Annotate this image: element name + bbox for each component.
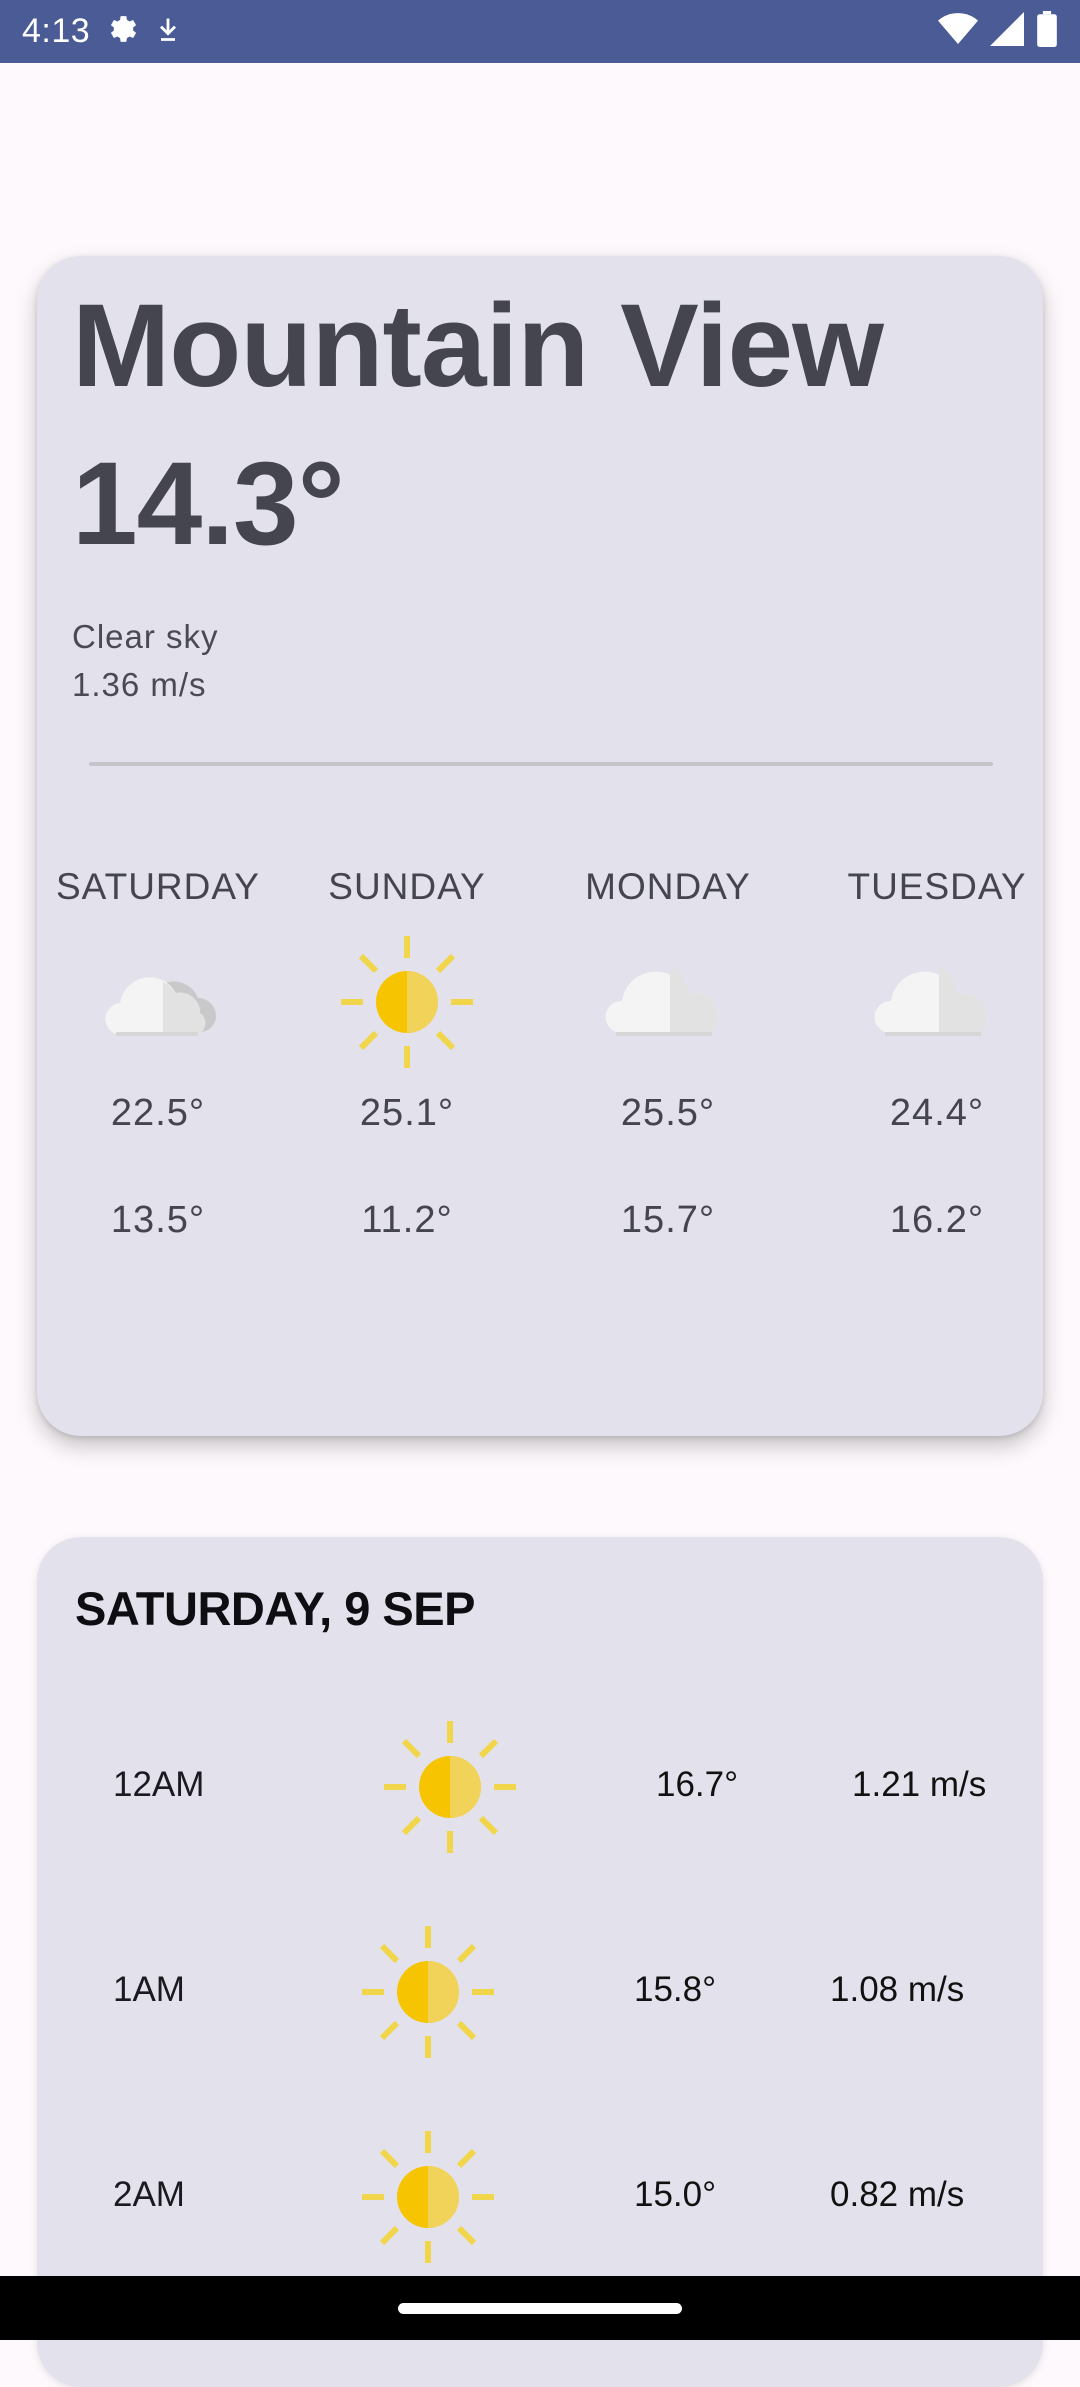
hour-temperature: 15.0° [634, 2175, 717, 2214]
status-bar: 4:13 [0, 0, 1080, 63]
day-name: TUESDAY [847, 866, 1027, 907]
sun-icon [380, 1717, 520, 1857]
city-name: Mountain View [72, 280, 884, 412]
hour-time: 1AM [113, 1970, 185, 2009]
sun-icon [337, 932, 477, 1072]
hour-wind-speed: 1.21 m/s [852, 1765, 987, 1804]
hourly-row[interactable]: 2AM 15.0° 0.82 m/s [37, 2127, 1043, 2267]
home-gesture-handle[interactable] [398, 2303, 682, 2314]
weather-condition: Clear sky [72, 618, 219, 655]
day-name: SUNDAY [328, 866, 486, 907]
day-low-temp: 16.2° [889, 1199, 985, 1241]
navigation-bar [0, 2276, 1080, 2340]
day-name: MONDAY [585, 866, 751, 907]
daily-forecast-item[interactable]: MONDAY 25.5° 15.7° [538, 866, 798, 1242]
hour-time: 2AM [113, 2175, 185, 2214]
wind-speed: 1.36 m/s [72, 666, 207, 703]
partly-cloudy-icon [88, 932, 228, 1072]
day-high-temp: 25.5° [620, 1092, 716, 1134]
status-time: 4:13 [22, 12, 91, 50]
day-high-temp: 22.5° [110, 1092, 206, 1134]
settings-gear-icon [104, 11, 140, 52]
download-icon [154, 13, 182, 50]
hour-wind-speed: 0.82 m/s [830, 2175, 965, 2214]
cloud-icon [598, 932, 738, 1072]
day-name: SATURDAY [56, 866, 260, 907]
cloud-icon [867, 932, 1007, 1072]
daily-forecast-item[interactable]: SUNDAY 25.1° 11.2° [277, 866, 537, 1242]
sun-icon [358, 2127, 498, 2267]
current-temperature: 14.3° [72, 438, 345, 570]
hour-temperature: 15.8° [634, 1970, 717, 2009]
hourly-date-title: SATURDAY, 9 SEP [75, 1582, 475, 1635]
day-high-temp: 24.4° [889, 1092, 985, 1134]
battery-icon [1036, 11, 1058, 52]
wifi-icon [938, 12, 978, 51]
signal-icon [990, 12, 1024, 51]
hourly-row[interactable]: 1AM 15.8° 1.08 m/s [37, 1922, 1043, 2062]
daily-forecast-list[interactable]: SATURDAY 22.5° 13.5° SUNDAY 25.1° 11.2° … [37, 866, 1043, 1406]
day-high-temp: 25.1° [359, 1092, 455, 1134]
day-low-temp: 13.5° [110, 1199, 206, 1241]
sun-icon [358, 1922, 498, 2062]
daily-forecast-item[interactable]: SATURDAY 22.5° 13.5° [37, 866, 288, 1242]
hour-time: 12AM [113, 1765, 205, 1804]
daily-forecast-item[interactable]: TUESDAY 24.4° 16.2° [807, 866, 1043, 1242]
hourly-row[interactable]: 12AM 16.7° 1.21 m/s [37, 1717, 1043, 1857]
current-weather-card: Mountain View 14.3° Clear sky 1.36 m/s S… [37, 256, 1043, 1436]
day-low-temp: 15.7° [620, 1199, 716, 1241]
day-low-temp: 11.2° [361, 1199, 453, 1241]
hourly-forecast-card: SATURDAY, 9 SEP 12AM 16.7° 1.21 m/s 1AM [37, 1537, 1043, 2387]
divider [89, 762, 993, 766]
hour-temperature: 16.7° [656, 1765, 739, 1804]
hour-wind-speed: 1.08 m/s [830, 1970, 965, 2009]
